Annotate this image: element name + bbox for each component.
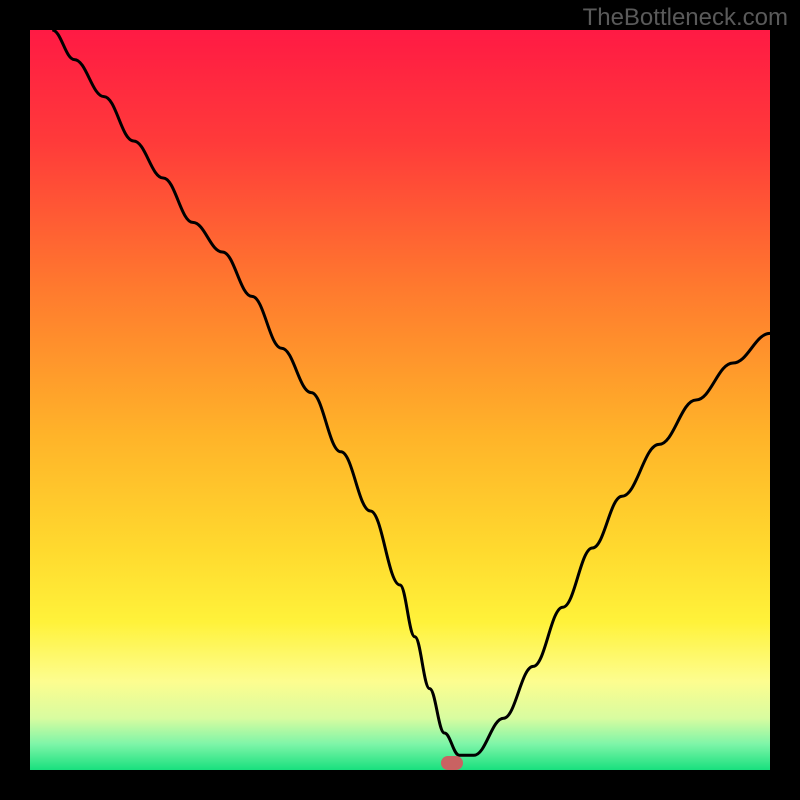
chart-area — [30, 30, 770, 770]
watermark-label: TheBottleneck.com — [583, 4, 788, 32]
bottleneck-curve — [30, 30, 770, 770]
optimal-point-marker — [441, 756, 463, 770]
